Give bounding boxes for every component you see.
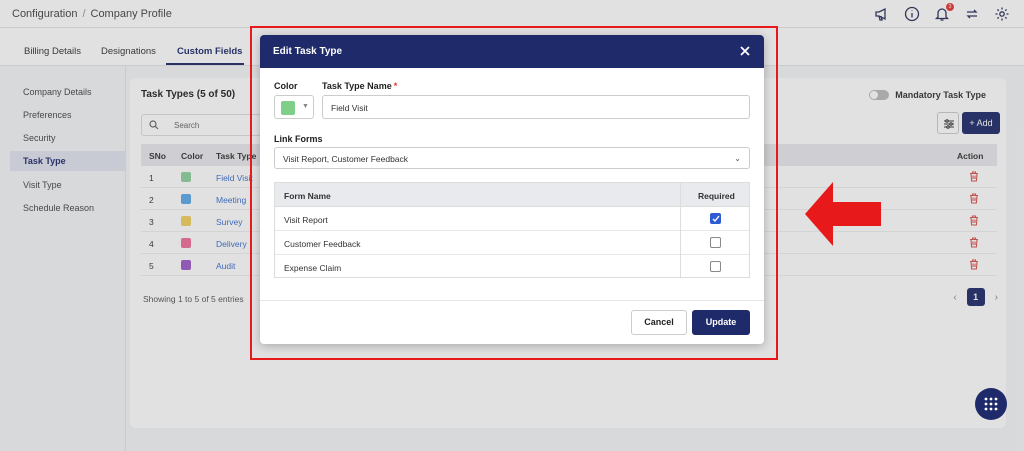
apps-grid-button[interactable] (975, 388, 1007, 420)
highlight-box (250, 26, 778, 360)
left-arrow-icon (805, 182, 881, 246)
grid-icon (984, 397, 998, 411)
